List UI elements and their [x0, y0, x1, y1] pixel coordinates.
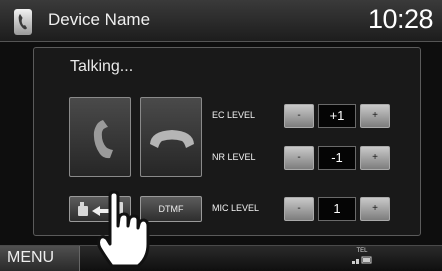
- nr-level-value: -1: [318, 146, 356, 170]
- nr-level-decrease-button[interactable]: -: [284, 146, 314, 170]
- tel-status-indicator: TEL: [348, 248, 376, 268]
- talk-button[interactable]: [69, 97, 131, 177]
- mic-level-value: 1: [318, 197, 356, 221]
- ec-level-value: +1: [318, 104, 356, 128]
- nr-level-label: NR LEVEL: [212, 152, 256, 162]
- phone-source-icon: [14, 9, 32, 35]
- ec-level-decrease-button[interactable]: -: [284, 104, 314, 128]
- clock: 10:28: [368, 4, 434, 34]
- tel-label: TEL: [356, 248, 368, 254]
- mic-level-decrease-button[interactable]: -: [284, 197, 314, 221]
- mic-level-increase-button[interactable]: +: [360, 197, 390, 221]
- menu-button[interactable]: MENU: [0, 246, 80, 271]
- header-bar: Device Name 10:28: [0, 0, 442, 42]
- signal-strength-icon: [348, 256, 376, 264]
- nr-level-increase-button[interactable]: +: [360, 146, 390, 170]
- touch-pointer-hand-icon: [92, 190, 162, 271]
- hang-up-button[interactable]: [140, 97, 202, 177]
- ec-level-increase-button[interactable]: +: [360, 104, 390, 128]
- mic-level-label: MIC LEVEL: [212, 203, 260, 213]
- device-name: Device Name: [48, 10, 151, 29]
- call-status: Talking...: [70, 58, 134, 75]
- ec-level-label: EC LEVEL: [212, 110, 256, 120]
